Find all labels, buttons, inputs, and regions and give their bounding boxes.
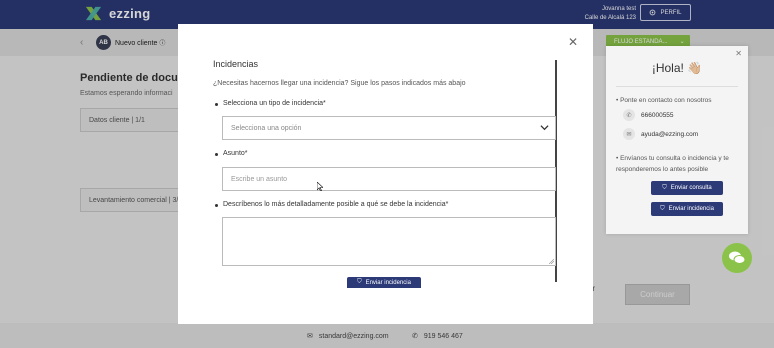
description-label: Descríbenos lo más detalladamente posibl… xyxy=(223,201,449,208)
help-divider xyxy=(616,86,738,87)
help-phone-text: 666000555 xyxy=(641,111,674,119)
help-panel: ✕ ¡Hola! 👋🏼 • Ponte en contacto con noso… xyxy=(606,46,748,234)
send-consult-label: Enviar consulta xyxy=(670,185,712,191)
incident-type-placeholder: Selecciona una opción xyxy=(231,125,302,132)
description-textarea[interactable] xyxy=(222,217,556,266)
submit-incident-label: Enviar incidencia xyxy=(365,279,411,286)
subject-input[interactable]: Escribe un asunto xyxy=(222,167,556,191)
help-contact-intro: • Ponte en contacto con nosotros xyxy=(616,97,712,104)
submit-incident-button[interactable]: ⛉ Enviar incidencia xyxy=(347,277,421,288)
bullet-dot xyxy=(215,103,218,106)
incident-type-select[interactable]: Selecciona una opción xyxy=(222,116,556,140)
chat-button[interactable] xyxy=(722,243,752,273)
modal-intro: ¿Necesitas hacernos llegar una incidenci… xyxy=(213,80,466,87)
subject-placeholder: Escribe un asunto xyxy=(231,176,288,183)
bullet-dot xyxy=(215,204,218,207)
shield-icon: ⛉ xyxy=(660,205,665,212)
send-incident-label: Enviar incidencia xyxy=(668,206,714,212)
chevron-down-icon xyxy=(540,125,549,131)
bullet-dot xyxy=(215,153,218,156)
help-email[interactable]: ✉ ayuda@ezzing.com xyxy=(623,128,698,140)
send-consult-button[interactable]: ⛉ Enviar consulta xyxy=(651,181,723,195)
help-send-intro: • Envíanos tu consulta o incidencia y te… xyxy=(616,155,729,173)
help-email-text: ayuda@ezzing.com xyxy=(641,130,699,138)
shield-icon: ⛉ xyxy=(662,184,667,191)
help-close-icon[interactable]: ✕ xyxy=(735,49,742,58)
incident-modal: ✕ Incidencias ¿Necesitas hacernos llegar… xyxy=(178,24,593,324)
close-icon[interactable]: ✕ xyxy=(568,36,578,48)
help-greeting: ¡Hola! 👋🏼 xyxy=(651,61,703,75)
mouse-cursor-icon xyxy=(317,182,323,191)
modal-title: Incidencias xyxy=(213,59,259,69)
chat-icon xyxy=(729,251,746,264)
phone-icon: ✆ xyxy=(623,109,635,121)
send-incident-button[interactable]: ⛉ Enviar incidencia xyxy=(651,202,723,216)
type-label: Selecciona un tipo de incidencia* xyxy=(223,100,326,107)
subject-label: Asunto* xyxy=(223,150,248,157)
help-send-intro-text: Envíanos tu consulta o incidencia y te r… xyxy=(616,155,729,173)
help-phone[interactable]: ✆ 666000555 xyxy=(623,109,674,121)
shield-icon: ⛉ xyxy=(357,279,362,285)
resize-handle-icon[interactable] xyxy=(549,259,554,264)
help-contact-intro-text: Ponte en contacto con nosotros xyxy=(620,97,712,104)
mail-icon: ✉ xyxy=(623,128,635,140)
